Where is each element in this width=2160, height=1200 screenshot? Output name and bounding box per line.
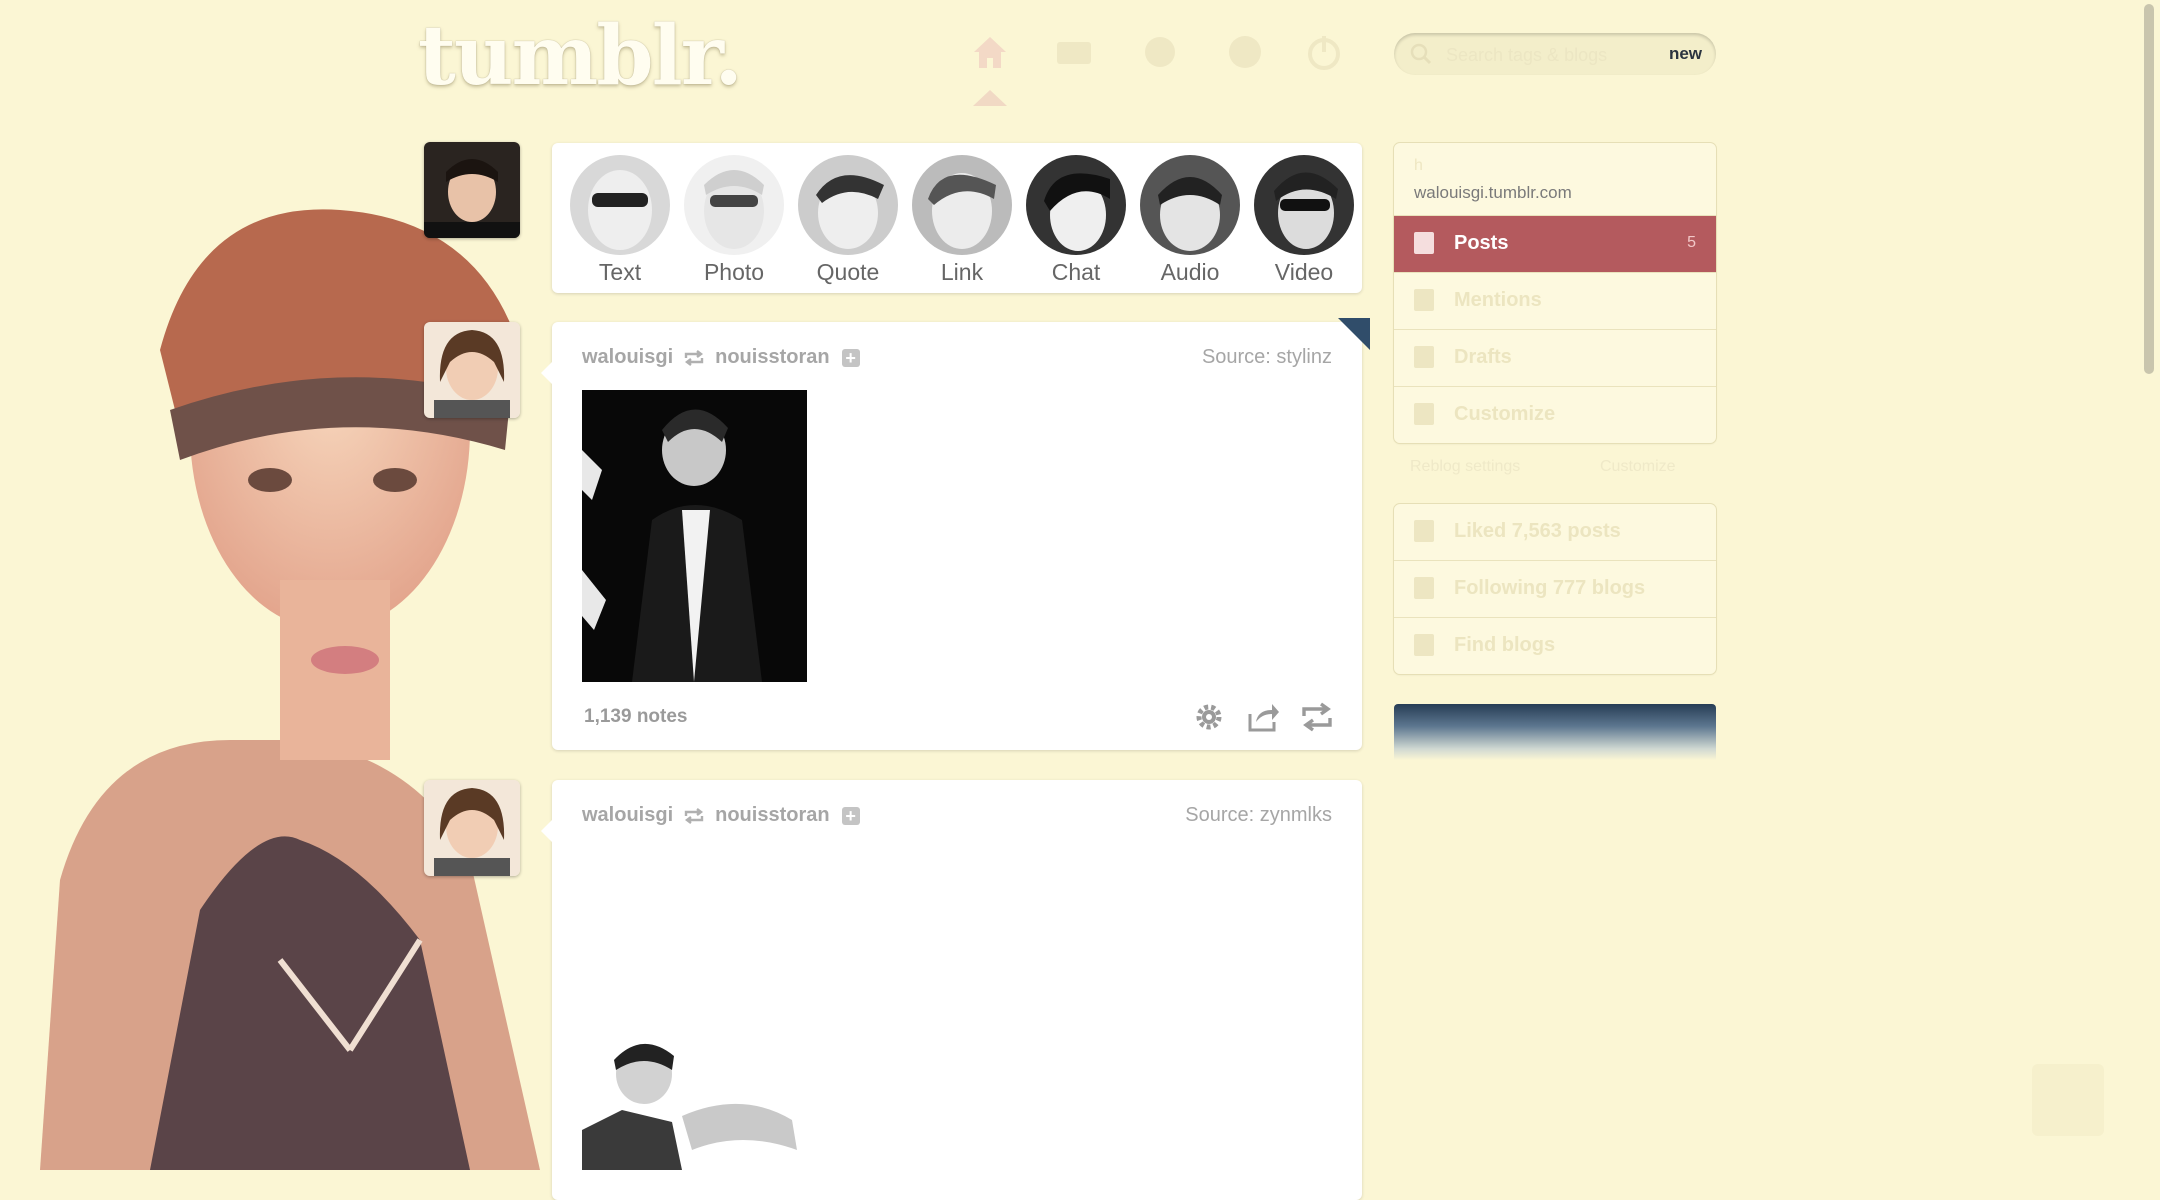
post-type-link[interactable]: Link [909, 155, 1015, 286]
post-type-video[interactable]: Video [1251, 155, 1357, 286]
post-photo[interactable] [582, 390, 807, 682]
posts-icon [1414, 232, 1434, 254]
reblog-icon [684, 807, 704, 824]
radar-panel[interactable] [1394, 704, 1716, 760]
sidebar-item-likes[interactable]: Liked 7,563 posts [1394, 504, 1716, 561]
post-photo[interactable] [582, 1030, 807, 1170]
reblog-icon[interactable] [1300, 700, 1334, 734]
post-type-bar: Text Photo Quote Link Chat Audio Video [552, 143, 1362, 293]
search-input[interactable] [1444, 33, 1648, 77]
search-icon [1410, 43, 1432, 65]
follow-icon[interactable]: + [841, 348, 860, 367]
post-type-quote[interactable]: Quote [795, 155, 901, 286]
activity-menu: Liked 7,563 posts Following 777 blogs Fi… [1394, 504, 1716, 674]
customize-link[interactable]: Customize [1600, 458, 1676, 476]
home-icon[interactable] [970, 32, 1010, 72]
sidebar-item-posts[interactable]: Posts 5 [1394, 216, 1716, 273]
reblogged-from[interactable]: nouisstoran [715, 346, 829, 369]
sidebar-item-drafts[interactable]: Drafts [1394, 330, 1716, 387]
post-author-avatar[interactable] [424, 322, 520, 418]
post-source[interactable]: Source: stylinz [1202, 346, 1332, 369]
post-type-chat[interactable]: Chat [1023, 155, 1129, 286]
find-icon [1414, 634, 1434, 656]
share-icon[interactable] [1246, 700, 1280, 734]
post-author[interactable]: walouisgi [582, 346, 673, 369]
post-type-photo[interactable]: Photo [681, 155, 787, 286]
user-avatar[interactable] [424, 142, 520, 238]
sidebar-item-customize[interactable]: Customize [1394, 387, 1716, 443]
post-type-audio[interactable]: Audio [1137, 155, 1243, 286]
scrollbar-thumb[interactable] [2144, 4, 2154, 374]
inbox-icon[interactable] [1054, 32, 1094, 72]
following-icon [1414, 577, 1434, 599]
post-corner-fold[interactable] [1338, 318, 1370, 350]
background-photo [40, 209, 540, 1170]
sidebar-item-find-blogs[interactable]: Find blogs [1394, 618, 1716, 674]
post-type-text[interactable]: Text [567, 155, 673, 286]
blog-menu: h walouisgi.tumblr.com Posts 5 Mentions … [1394, 143, 1716, 443]
blog-header[interactable]: h walouisgi.tumblr.com [1394, 143, 1716, 216]
sidebar-item-mentions[interactable]: Mentions [1394, 273, 1716, 330]
post-notes[interactable]: 1,139 notes [584, 706, 688, 728]
floating-button[interactable] [2032, 1064, 2104, 1136]
tumblr-logo[interactable]: tumblr. [418, 8, 743, 104]
settings-icon[interactable] [1140, 32, 1180, 72]
reblog-icon [684, 349, 704, 366]
mentions-icon [1414, 289, 1434, 311]
reblog-settings-link[interactable]: Reblog settings [1410, 458, 1520, 476]
blog-url: walouisgi.tumblr.com [1414, 183, 1572, 202]
search-box[interactable]: new [1394, 33, 1716, 77]
post-author[interactable]: walouisgi [582, 804, 673, 827]
reblogged-from[interactable]: nouisstoran [715, 804, 829, 827]
search-new-badge: new [1668, 44, 1702, 63]
drafts-icon [1414, 346, 1434, 368]
sidebar-item-following[interactable]: Following 777 blogs [1394, 561, 1716, 618]
customize-icon [1414, 403, 1434, 425]
follow-icon[interactable]: + [841, 806, 860, 825]
logout-icon[interactable] [1304, 32, 1344, 72]
help-icon[interactable] [1225, 32, 1265, 72]
dashboard-post: walouisgi nouisstoran + Source: stylinz … [541, 318, 1370, 750]
gear-icon[interactable] [1192, 700, 1226, 734]
heart-icon [1414, 520, 1434, 542]
scrollbar[interactable] [2138, 0, 2160, 1170]
blog-name: h [1414, 157, 1423, 174]
post-source[interactable]: Source: zynmlks [1185, 804, 1332, 827]
dashboard-post: walouisgi nouisstoran + Source: zynmlks [541, 780, 1362, 1200]
post-author-avatar[interactable] [424, 780, 520, 876]
nav-caret [973, 90, 1007, 106]
